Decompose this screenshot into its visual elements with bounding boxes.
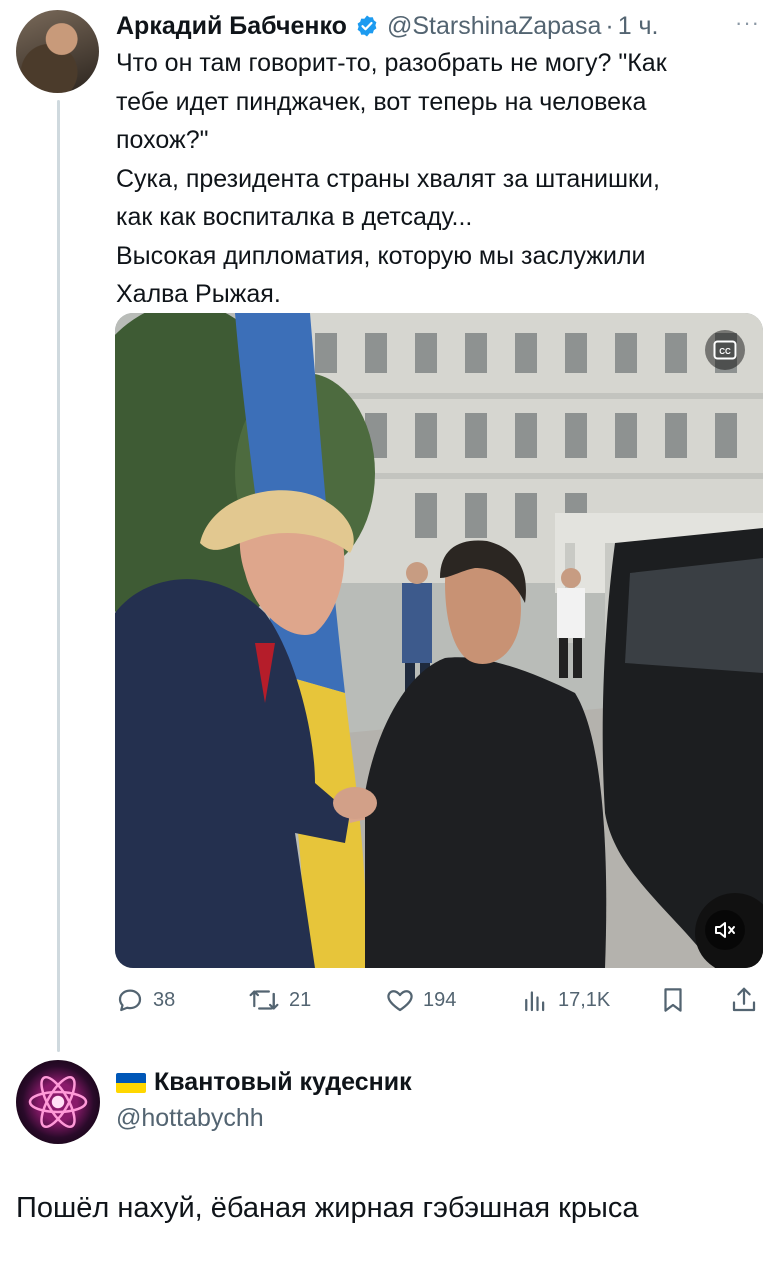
- tweet-line: Сука, президента страны хвалят за штаниш…: [116, 164, 660, 193]
- views-icon: [525, 991, 545, 1012]
- like-count: 194: [423, 988, 457, 1011]
- mute-icon: [715, 922, 735, 938]
- retweet-count: 21: [289, 988, 312, 1011]
- bookmark-icon: [664, 988, 682, 1012]
- reply-text: Пошёл нахуй, ёбаная жирная гэбэшная крыс…: [16, 1192, 639, 1224]
- author-avatar[interactable]: [16, 10, 99, 93]
- tweet-timestamp[interactable]: 1 ч.: [618, 12, 659, 41]
- reply-icon: [118, 989, 142, 1012]
- tweet-header: Аркадий Бабченко @StarshinaZapasa · 1 ч.…: [116, 10, 760, 42]
- thread-connector-line: [57, 100, 60, 1052]
- atom-icon: [28, 1075, 88, 1129]
- reply-author-name-row: Квантовый кудесник: [116, 1068, 412, 1097]
- retweet-action[interactable]: 21: [247, 980, 311, 1020]
- ukraine-flag-icon: [116, 1072, 146, 1093]
- views-count: 17,1K: [558, 988, 611, 1011]
- video-frame: [115, 313, 763, 968]
- verified-badge-icon: [355, 14, 379, 38]
- captions-button[interactable]: CC: [705, 330, 745, 370]
- captions-icon: CC: [713, 340, 737, 360]
- tweet-text: Что он там говорит-то, разобрать не могу…: [116, 44, 756, 314]
- like-action[interactable]: 194: [385, 980, 456, 1020]
- more-options-icon[interactable]: ···: [735, 10, 760, 36]
- reply-author-handle[interactable]: @hottabychh: [116, 1104, 264, 1133]
- tweet-line: похож?": [116, 126, 209, 154]
- author-name[interactable]: Аркадий Бабченко: [116, 12, 347, 41]
- retweet-icon: [249, 990, 279, 1010]
- tweet-line: Что он там говорит-то, разобрать не могу…: [116, 49, 667, 77]
- mute-button[interactable]: [705, 910, 745, 950]
- tweet-actions-bar: 38 21 194 17,1K: [115, 980, 763, 1020]
- bookmark-action[interactable]: [658, 980, 696, 1020]
- svg-text:CC: CC: [719, 347, 731, 356]
- tweet-line: как как воспиталка в детсаду...: [116, 203, 473, 231]
- share-action[interactable]: [729, 980, 767, 1020]
- reply-author-name[interactable]: Квантовый кудесник: [154, 1068, 412, 1097]
- reply-count: 38: [153, 988, 176, 1011]
- tweet-line: Высокая дипломатия, которую мы заслужили: [116, 241, 646, 270]
- tweet-line: тебе идет пинджачек, вот теперь на челов…: [116, 87, 647, 116]
- reply-author-avatar[interactable]: [16, 1060, 100, 1144]
- heart-icon: [387, 990, 413, 1012]
- reply-action[interactable]: 38: [115, 980, 175, 1020]
- share-icon: [732, 987, 756, 1012]
- author-handle[interactable]: @StarshinaZapasa: [387, 12, 601, 41]
- tweet-line: Халва Рыжая.: [116, 280, 281, 308]
- tweet-video[interactable]: CC: [115, 313, 763, 968]
- views-action[interactable]: 17,1K: [520, 980, 610, 1020]
- separator-dot: ·: [605, 11, 614, 40]
